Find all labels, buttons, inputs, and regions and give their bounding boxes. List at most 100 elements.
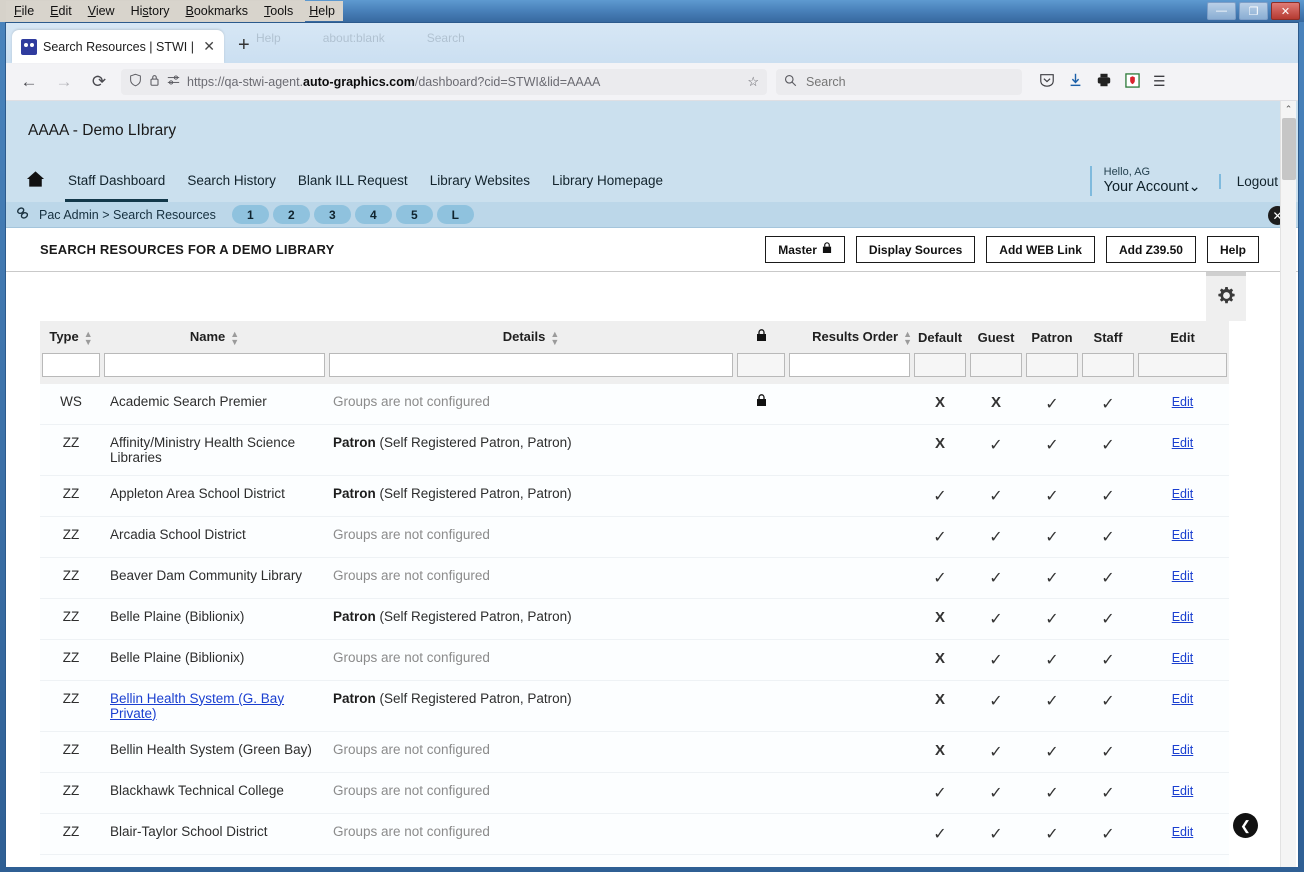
nav-link-library-homepage[interactable]: Library Homepage bbox=[541, 160, 674, 202]
pill-l[interactable]: L bbox=[436, 205, 474, 224]
cell-edit[interactable]: Edit bbox=[1136, 516, 1229, 558]
your-account-link[interactable]: Your Account⌄ bbox=[1104, 179, 1201, 196]
menu-edit[interactable]: Edit bbox=[42, 1, 80, 21]
scrollbar-thumb[interactable] bbox=[1282, 118, 1296, 180]
master-button[interactable]: Master bbox=[765, 236, 845, 263]
pocket-icon[interactable] bbox=[1039, 72, 1055, 91]
window-controls[interactable]: — ❐ ✕ bbox=[1207, 2, 1300, 20]
edit-link[interactable]: Edit bbox=[1172, 569, 1194, 583]
edit-link[interactable]: Edit bbox=[1172, 692, 1194, 706]
edit-link[interactable]: Edit bbox=[1172, 743, 1194, 757]
extension-icon[interactable] bbox=[1125, 72, 1140, 91]
collapse-panel-button[interactable]: ❮ bbox=[1233, 813, 1258, 838]
filter-type-input[interactable] bbox=[42, 352, 100, 377]
edit-link[interactable]: Edit bbox=[1172, 866, 1194, 867]
edit-link[interactable]: Edit bbox=[1172, 487, 1194, 501]
menu-file[interactable]: File bbox=[6, 1, 43, 21]
cell-edit[interactable]: Edit bbox=[1136, 680, 1229, 732]
edit-link[interactable]: Edit bbox=[1172, 651, 1194, 665]
hamburger-menu-icon[interactable]: ☰ bbox=[1153, 73, 1166, 90]
col-type[interactable]: Type ▲ ▼ bbox=[40, 321, 102, 353]
filter-order-input[interactable] bbox=[789, 352, 910, 377]
nav-link-blank-ill-request[interactable]: Blank ILL Request bbox=[287, 160, 419, 202]
reload-button[interactable]: ⟳ bbox=[86, 72, 112, 92]
sort-icon[interactable]: ▲ ▼ bbox=[230, 329, 239, 346]
account-block[interactable]: Hello, AG Your Account⌄ bbox=[1089, 166, 1219, 196]
cell-edit[interactable]: Edit bbox=[1136, 424, 1229, 476]
logout-link[interactable]: Logout bbox=[1218, 173, 1278, 189]
minimize-button[interactable]: — bbox=[1207, 2, 1236, 20]
close-window-button[interactable]: ✕ bbox=[1271, 2, 1300, 20]
table-row[interactable]: ZZ Affinity/Ministry Health Science Libra… bbox=[40, 424, 1229, 476]
menu-tools[interactable]: Tools bbox=[256, 1, 302, 21]
display-sources-button[interactable]: Display Sources bbox=[855, 236, 976, 263]
nav-link-library-websites[interactable]: Library Websites bbox=[419, 160, 541, 202]
cell-edit[interactable]: Edit bbox=[1136, 383, 1229, 425]
menubar[interactable]: File Edit View History Bookmarks Tools H… bbox=[0, 0, 343, 22]
resource-name-link[interactable]: Bellin Health System (G. Bay Private) bbox=[110, 691, 284, 721]
menu-view[interactable]: View bbox=[79, 1, 123, 21]
add-web-link-button[interactable]: Add WEB Link bbox=[986, 236, 1095, 263]
downloads-icon[interactable] bbox=[1068, 72, 1083, 91]
help-button[interactable]: Help bbox=[1206, 236, 1259, 263]
pill-4[interactable]: 4 bbox=[354, 205, 392, 224]
table-row[interactable]: ZZ Belle Plaine (Biblionix) Patron (Self R… bbox=[40, 598, 1229, 640]
page-scrollbar[interactable]: ⌃ bbox=[1280, 101, 1296, 867]
edit-link[interactable]: Edit bbox=[1172, 610, 1194, 624]
cell-name[interactable]: Bellin Health System (G. Bay Private) bbox=[102, 680, 327, 732]
forward-button[interactable]: → bbox=[51, 72, 77, 92]
table-row[interactable]: ZZ Beaver Dam Community Library Groups are… bbox=[40, 557, 1229, 599]
sort-icon[interactable]: ▲ ▼ bbox=[550, 329, 559, 346]
close-icon[interactable]: ✕ bbox=[200, 38, 218, 55]
sort-icon[interactable]: ▲ ▼ bbox=[84, 329, 93, 346]
table-row[interactable]: ZZ Brown County Library Groups are not con… bbox=[40, 854, 1229, 867]
table-row[interactable]: ZZ Belle Plaine (Biblionix) Groups are not… bbox=[40, 639, 1229, 681]
browser-search-input[interactable] bbox=[804, 73, 994, 90]
cell-edit[interactable]: Edit bbox=[1136, 772, 1229, 814]
table-row[interactable]: ZZ Appleton Area School District Patron (S… bbox=[40, 475, 1229, 517]
scroll-up-arrow[interactable]: ⌃ bbox=[1281, 101, 1296, 117]
pill-3[interactable]: 3 bbox=[313, 205, 351, 224]
table-row[interactable]: ZZ Blackhawk Technical College Groups are … bbox=[40, 772, 1229, 814]
permissions-icon[interactable] bbox=[167, 74, 180, 89]
filter-name-input[interactable] bbox=[104, 352, 325, 377]
table-row[interactable]: WS Academic Search Premier Groups are not … bbox=[40, 383, 1229, 425]
home-icon[interactable] bbox=[26, 170, 45, 193]
add-z3950-button[interactable]: Add Z39.50 bbox=[1105, 236, 1196, 263]
cell-edit[interactable]: Edit bbox=[1136, 598, 1229, 640]
pill-1[interactable]: 1 bbox=[231, 205, 269, 224]
edit-link[interactable]: Edit bbox=[1172, 825, 1194, 839]
table-row[interactable]: ZZ Bellin Health System (G. Bay Private) P… bbox=[40, 680, 1229, 732]
print-icon[interactable] bbox=[1096, 72, 1112, 91]
sort-icon[interactable]: ▲ ▼ bbox=[903, 329, 912, 346]
edit-link[interactable]: Edit bbox=[1172, 395, 1194, 409]
menu-bookmarks[interactable]: Bookmarks bbox=[177, 1, 257, 21]
cell-edit[interactable]: Edit bbox=[1136, 557, 1229, 599]
filter-details-input[interactable] bbox=[329, 352, 733, 377]
col-name[interactable]: Name ▲ ▼ bbox=[102, 321, 327, 353]
menu-history[interactable]: History bbox=[122, 1, 178, 21]
cell-edit[interactable]: Edit bbox=[1136, 639, 1229, 681]
cell-edit[interactable]: Edit bbox=[1136, 854, 1229, 867]
pill-2[interactable]: 2 bbox=[272, 205, 310, 224]
back-button[interactable]: ← bbox=[16, 72, 42, 92]
edit-link[interactable]: Edit bbox=[1172, 528, 1194, 542]
cell-edit[interactable]: Edit bbox=[1136, 475, 1229, 517]
col-results-order[interactable]: Results Order ▲ ▼ bbox=[787, 321, 912, 353]
menu-help[interactable]: Help bbox=[301, 1, 343, 21]
url-bar[interactable]: https://qa-stwi-agent.auto-graphics.com/… bbox=[121, 68, 767, 95]
new-tab-button[interactable]: + bbox=[238, 34, 250, 57]
edit-link[interactable]: Edit bbox=[1172, 784, 1194, 798]
cell-edit[interactable]: Edit bbox=[1136, 813, 1229, 855]
table-row[interactable]: ZZ Blair-Taylor School District Groups are… bbox=[40, 813, 1229, 855]
bookmark-star-icon[interactable]: ☆ bbox=[747, 74, 759, 90]
nav-link-staff-dashboard[interactable]: Staff Dashboard bbox=[57, 160, 176, 202]
pill-5[interactable]: 5 bbox=[395, 205, 433, 224]
cell-edit[interactable]: Edit bbox=[1136, 731, 1229, 773]
maximize-button[interactable]: ❐ bbox=[1239, 2, 1268, 20]
nav-link-search-history[interactable]: Search History bbox=[176, 160, 287, 202]
table-row[interactable]: ZZ Arcadia School District Groups are not … bbox=[40, 516, 1229, 558]
browser-search-bar[interactable] bbox=[776, 68, 1022, 95]
settings-gear-button[interactable] bbox=[1206, 272, 1246, 321]
browser-tab[interactable]: Search Resources | STWI | aaaa ✕ bbox=[12, 30, 224, 63]
